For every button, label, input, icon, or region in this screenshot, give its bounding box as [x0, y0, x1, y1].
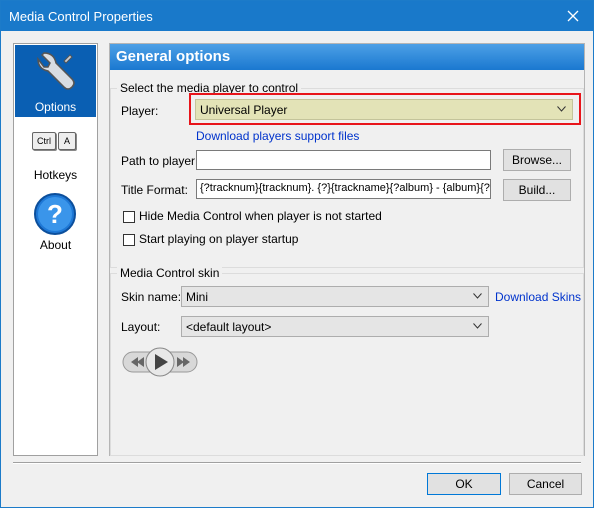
- layout-label: Layout:: [121, 320, 161, 334]
- chevron-down-icon: [473, 293, 482, 299]
- layout-value: <default layout>: [186, 320, 272, 334]
- sidebar-item-about[interactable]: ? About: [14, 192, 97, 252]
- player-value: Universal Player: [200, 103, 288, 117]
- sidebar-item-hotkeys[interactable]: Ctrl A Hotkeys: [14, 128, 97, 188]
- keyboard-key-icon: Ctrl: [32, 132, 56, 150]
- ok-button[interactable]: OK: [427, 473, 501, 495]
- skin-group: Media Control skin Skin name: Mini Downl…: [110, 266, 584, 456]
- sidebar-item-options[interactable]: Options: [15, 45, 96, 117]
- layout-select[interactable]: <default layout>: [181, 316, 489, 337]
- download-players-link[interactable]: Download players support files: [196, 129, 359, 143]
- cancel-button[interactable]: Cancel: [509, 473, 582, 495]
- panel-header: General options: [110, 44, 584, 70]
- checkbox-label: Hide Media Control when player is not st…: [139, 209, 382, 223]
- keyboard-key-icon: A: [58, 132, 76, 150]
- skin-value: Mini: [186, 290, 209, 304]
- format-label: Title Format:: [121, 183, 188, 197]
- window-title: Media Control Properties: [9, 9, 153, 24]
- sidebar: Options Ctrl A Hotkeys ? About: [13, 43, 98, 456]
- path-label: Path to player:: [121, 154, 199, 168]
- player-select[interactable]: Universal Player: [195, 99, 573, 120]
- sidebar-item-label: Options: [34, 100, 77, 114]
- help-icon: ?: [34, 193, 76, 235]
- hide-when-not-started-checkbox[interactable]: [123, 211, 135, 223]
- build-button[interactable]: Build...: [503, 179, 571, 201]
- sidebar-item-label: Hotkeys: [33, 168, 78, 182]
- checkbox-label: Start playing on player startup: [139, 232, 299, 246]
- group-title: Media Control skin: [117, 266, 223, 280]
- options-panel: General options Select the media player …: [109, 43, 585, 456]
- download-skins-link[interactable]: Download Skins: [495, 290, 581, 304]
- page-title: General options: [116, 48, 231, 65]
- start-playing-checkbox[interactable]: [123, 234, 135, 246]
- player-label: Player:: [121, 104, 159, 118]
- title-format-input[interactable]: {?tracknum}{tracknum}. {?}{trackname}{?a…: [196, 179, 491, 199]
- skin-preview: [122, 347, 198, 377]
- chevron-down-icon: [557, 106, 566, 112]
- path-input[interactable]: [196, 150, 491, 170]
- skin-label: Skin name:: [121, 290, 182, 304]
- dialog-window: Media Control Properties Options Ctrl A …: [0, 0, 594, 508]
- wrench-icon: [37, 52, 75, 90]
- browse-button[interactable]: Browse...: [503, 149, 571, 171]
- player-group: Select the media player to control Playe…: [110, 81, 584, 268]
- divider: [13, 462, 581, 464]
- chevron-down-icon: [473, 323, 482, 329]
- play-icon: [145, 347, 175, 377]
- close-button[interactable]: [553, 1, 593, 31]
- close-icon: [567, 10, 579, 22]
- svg-text:?: ?: [47, 199, 63, 229]
- skin-select[interactable]: Mini: [181, 286, 489, 307]
- sidebar-item-label: About: [39, 238, 72, 252]
- title-bar[interactable]: Media Control Properties: [1, 1, 593, 31]
